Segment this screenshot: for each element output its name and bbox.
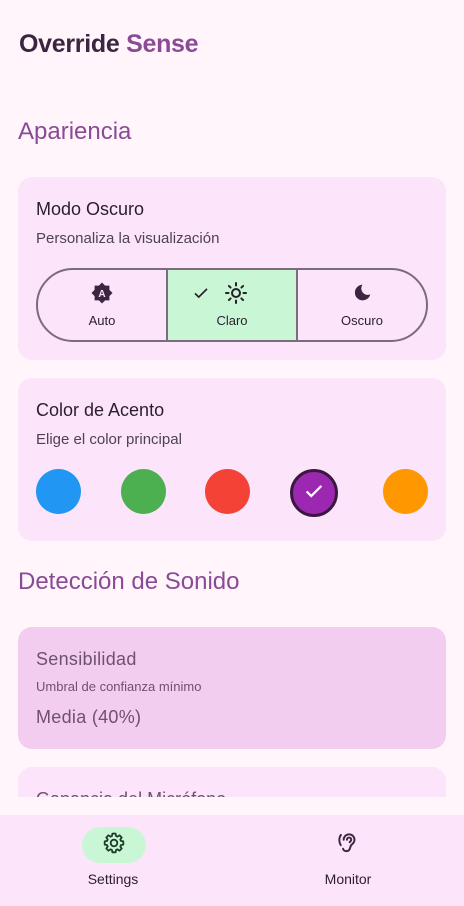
app-title-main: Override [19,30,120,58]
bottom-navigation: Settings Monitor [0,815,464,906]
color-swatch-purple[interactable] [290,469,338,517]
check-icon [303,480,325,507]
color-swatch-orange[interactable] [383,469,428,514]
moon-icon [351,282,373,309]
color-swatch-blue[interactable] [36,469,81,514]
sensitivity-card[interactable]: Sensibilidad Umbral de confianza mínimo … [18,627,446,749]
theme-option-label: Claro [216,312,248,328]
app-title-accent: Sense [126,30,199,58]
nav-label-settings: Settings [87,871,139,887]
svg-text:A: A [98,289,105,300]
nav-icon-container [316,827,380,863]
color-swatch-green[interactable] [121,469,166,514]
nav-label-monitor: Monitor [324,871,372,887]
theme-option-auto[interactable]: A Auto [38,270,166,340]
sensitivity-value: Media (40%) [36,707,142,727]
theme-option-claro[interactable]: Claro [166,270,296,340]
section-header-apariencia: Apariencia [18,118,132,145]
sun-icon [224,281,248,310]
color-swatch-red[interactable] [205,469,250,514]
sensitivity-subtitle: Umbral de confianza mínimo [36,679,202,694]
nav-item-settings[interactable]: Settings [0,815,232,906]
theme-option-label: Oscuro [341,312,383,328]
brightness-auto-icon: A [90,281,114,310]
microphone-title: Ganancia del Micrófono [36,789,226,797]
dark-mode-card: Modo Oscuro Personaliza la visualización… [18,177,446,360]
app-title: Override Sense [19,30,199,59]
theme-segmented-control: A Auto Claro Oscuro [36,268,428,342]
sensitivity-title: Sensibilidad [36,649,137,669]
microphone-card-clip: Ganancia del Micrófono [18,767,446,797]
nav-active-indicator [82,827,146,863]
section-header-deteccion: Detección de Sonido [18,568,240,595]
theme-option-label: Auto [88,312,116,328]
theme-option-oscuro[interactable]: Oscuro [296,270,426,340]
accent-color-subtitle: Elige el color principal [36,431,182,448]
check-icon [192,284,210,307]
accent-color-title: Color de Acento [36,400,165,420]
hearing-icon [335,830,361,861]
dark-mode-title: Modo Oscuro [36,199,145,219]
microphone-card[interactable]: Ganancia del Micrófono [18,767,446,797]
dark-mode-subtitle: Personaliza la visualización [36,230,220,247]
accent-color-card: Color de Acento Elige el color principal [18,378,446,541]
gear-icon [102,831,126,860]
nav-item-monitor[interactable]: Monitor [232,815,464,906]
